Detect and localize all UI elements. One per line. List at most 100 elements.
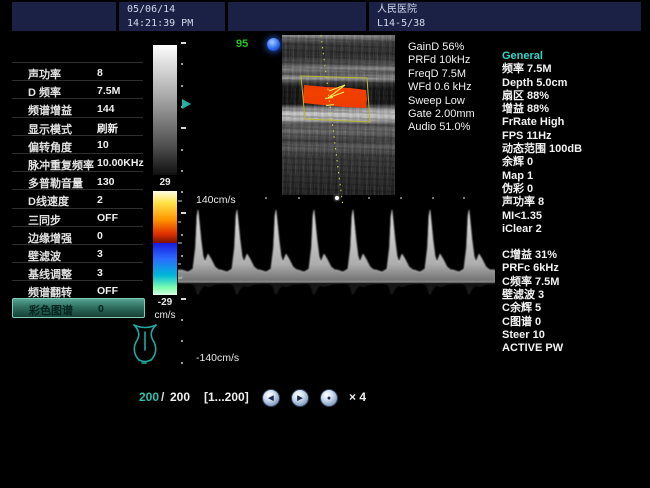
- info-line: C增益 31%: [502, 249, 648, 262]
- bmode-overlay: [282, 35, 395, 210]
- velocity-scale-max: 140cm/s: [196, 194, 236, 206]
- info-line: C频率 7.5M: [502, 276, 648, 289]
- menu-item-value: 3: [97, 248, 103, 260]
- color-bar-positive: [153, 191, 177, 243]
- hospital-name: 人民医院: [369, 2, 641, 16]
- grayscale-bar: [153, 45, 177, 175]
- menu-item-基线调整[interactable]: 基线调整3: [12, 262, 143, 280]
- info-line: MI<1.35: [502, 210, 648, 223]
- exam-info-box: [228, 2, 366, 31]
- cine-range: [1...200]: [204, 390, 249, 404]
- menu-item-声功率[interactable]: 声功率8: [12, 62, 143, 80]
- time-tick-dot: [335, 196, 339, 200]
- time-tick-dot: [298, 197, 300, 199]
- color-bar-negative: [153, 243, 177, 295]
- cine-current-frame: 200: [139, 390, 159, 404]
- menu-item-value: 10.00KHz: [97, 157, 144, 169]
- menu-item-value: 144: [97, 103, 115, 115]
- cine-bar: 200 / 200 [1...200] ◀ ▶ ● × 4: [0, 385, 650, 413]
- menu-item-壁滤波[interactable]: 壁滤波3: [12, 244, 143, 262]
- menu-item-value: 2: [97, 194, 103, 206]
- time-tick-dot: [432, 197, 434, 199]
- info-line: Sweep Low: [408, 95, 475, 108]
- menu-item-偏转角度[interactable]: 偏转角度10: [12, 135, 143, 153]
- info-line: C图谱 0: [502, 316, 648, 329]
- info-line: 频率 7.5M: [502, 63, 648, 76]
- menu-item-彩色图谱[interactable]: 彩色图谱0: [12, 298, 145, 317]
- velocity-ticks: [178, 201, 182, 278]
- info-line: 声功率 8: [502, 196, 648, 209]
- info-line: GainD 56%: [408, 41, 475, 54]
- menu-item-label: 彩色图谱: [29, 302, 73, 318]
- menu-item-value: 0: [97, 230, 103, 242]
- menu-item-D线速度[interactable]: D线速度2: [12, 189, 143, 207]
- info-line: PRFd 10kHz: [408, 54, 475, 67]
- depth-tick: [181, 85, 183, 87]
- cine-play-button[interactable]: ▶: [291, 389, 309, 407]
- info-line: 扇区 88%: [502, 90, 648, 103]
- bmode-image: [282, 35, 395, 195]
- depth-tick: [181, 63, 183, 65]
- time-text: 14:21:39 PM: [119, 16, 225, 30]
- info-line: ACTIVE PW: [502, 342, 648, 355]
- cine-prev-button[interactable]: ◀: [262, 389, 280, 407]
- info-line: 增益 88%: [502, 103, 648, 116]
- info-line: FrRate High: [502, 116, 648, 129]
- menu-item-D 频率[interactable]: D 频率7.5M: [12, 80, 143, 98]
- info-line: 伪彩 0: [502, 183, 648, 196]
- menu-item-value: 8: [97, 67, 103, 79]
- menu-item-多普勒音量[interactable]: 多普勒音量130: [12, 171, 143, 189]
- velocity-scale-min: -140cm/s: [196, 352, 239, 364]
- info-line: FreqD 7.5M: [408, 68, 475, 81]
- info-line: WFd 0.6 kHz: [408, 81, 475, 94]
- right-info-panel: General 频率 7.5MDepth 5.0cm扇区 88%增益 88%Fr…: [502, 50, 648, 356]
- menu-item-显示模式[interactable]: 显示模式刷新: [12, 117, 143, 135]
- menu-item-value: OFF: [97, 212, 118, 224]
- time-tick-dot: [368, 197, 370, 199]
- depth-tick: [181, 170, 183, 172]
- menu-item-value: 130: [97, 176, 115, 188]
- info-line: Audio 51.0%: [408, 121, 475, 134]
- doppler-params: GainD 56%PRFd 10kHzFreqD 7.5MWFd 0.6 kHz…: [408, 41, 475, 135]
- cine-separator: /: [161, 390, 164, 404]
- menu-item-频谱翻转[interactable]: 频谱翻转OFF: [12, 280, 143, 298]
- hospital-box: 人民医院 L14-5/38: [369, 2, 641, 31]
- depth-tick: [181, 340, 183, 342]
- focus-marker-icon: [182, 99, 191, 109]
- color-scale-min: -29: [150, 297, 180, 308]
- stop-icon: ●: [327, 395, 331, 402]
- preset-title: General: [502, 50, 648, 63]
- color-info-lines: C增益 31%PRFc 6kHzC频率 7.5M壁滤波 3C余辉 5C图谱 0S…: [502, 249, 648, 355]
- play-icon: ▶: [297, 395, 302, 402]
- info-line: Depth 5.0cm: [502, 77, 648, 90]
- menu-item-频谱增益[interactable]: 频谱增益144: [12, 98, 143, 116]
- patient-info-box: [12, 2, 116, 31]
- parameter-menu: 声功率8D 频率7.5M频谱增益144显示模式刷新偏转角度10脉冲重复频率10.…: [0, 62, 150, 318]
- depth-tick: [181, 319, 183, 321]
- info-line: iClear 2: [502, 223, 648, 236]
- menu-item-脉冲重复频率[interactable]: 脉冲重复频率10.00KHz: [12, 153, 143, 171]
- depth-tick: [181, 127, 186, 129]
- menu-item-value: 7.5M: [97, 85, 120, 97]
- depth-tick: [181, 362, 183, 364]
- info-line: Steer 10: [502, 329, 648, 342]
- info-line: FPS 11Hz: [502, 130, 648, 143]
- menu-item-value: 3: [97, 267, 103, 279]
- date-text: 05/06/14: [119, 2, 225, 16]
- depth-tick: [181, 42, 186, 44]
- color-scale-max: 29: [153, 177, 177, 188]
- depth-tick: [181, 149, 183, 151]
- time-tick-dot: [400, 197, 402, 199]
- bgain-value: 95: [236, 38, 248, 50]
- body-marker-icon: [126, 319, 164, 365]
- info-line: Map 1: [502, 170, 648, 183]
- doppler-trace: [178, 210, 495, 282]
- menu-item-边缘增强[interactable]: 边缘增强0: [12, 226, 143, 244]
- menu-item-三同步[interactable]: 三同步OFF: [12, 208, 143, 226]
- menu-item-value: OFF: [97, 285, 118, 297]
- cine-total-frames: 200: [170, 390, 190, 404]
- time-tick-dot: [265, 197, 267, 199]
- blue-indicator-icon: [267, 38, 280, 51]
- ultrasound-screen: 05/06/14 14:21:39 PM 人民医院 L14-5/38 声功率8D…: [0, 0, 650, 488]
- cine-stop-button[interactable]: ●: [320, 389, 338, 407]
